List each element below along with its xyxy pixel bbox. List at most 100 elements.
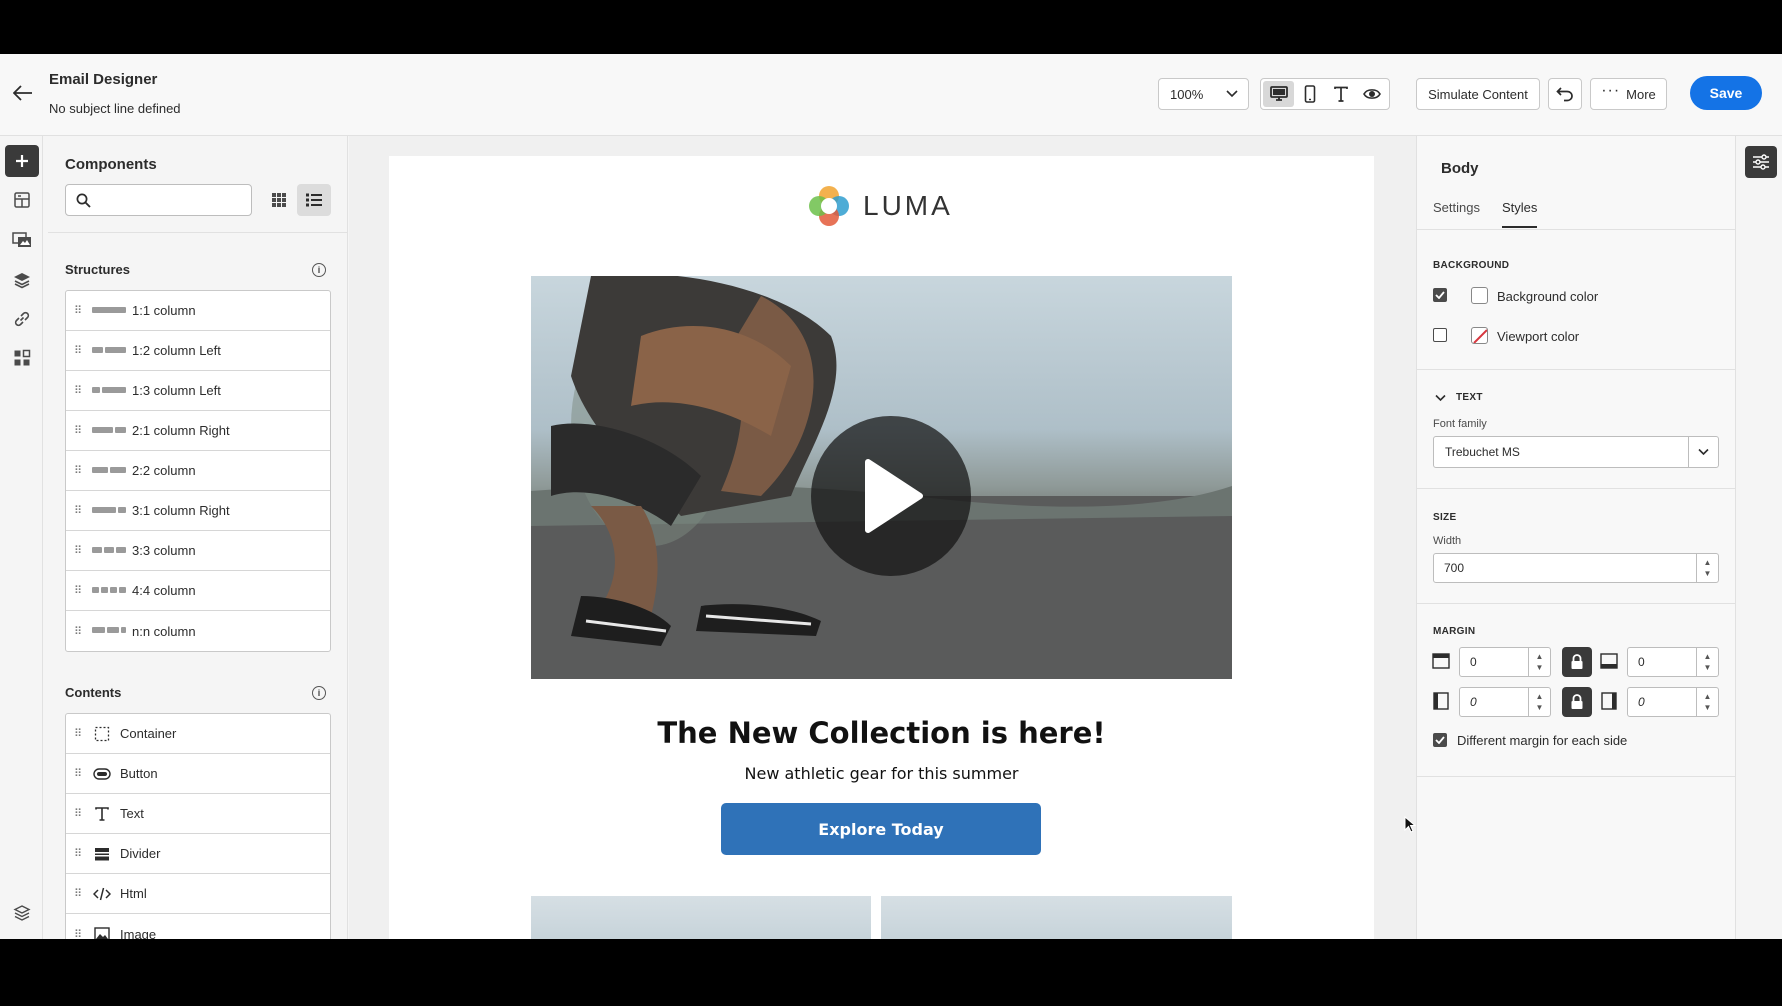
content-label: Text	[120, 806, 144, 821]
drag-handle-icon[interactable]: ⠿	[74, 384, 84, 397]
structure-layout-icon	[92, 386, 126, 395]
top-bar: Email Designer No subject line defined 1…	[0, 54, 1782, 136]
hero-video[interactable]	[531, 276, 1232, 679]
tab-settings[interactable]: Settings	[1433, 200, 1480, 215]
background-color-swatch[interactable]	[1471, 287, 1488, 304]
drag-handle-icon[interactable]: ⠿	[74, 544, 84, 557]
content-item[interactable]: ⠿ Button	[66, 754, 330, 794]
more-button[interactable]: ··· More	[1590, 78, 1667, 110]
drag-handle-icon[interactable]: ⠿	[74, 887, 84, 900]
margin-right-stepper[interactable]: ▲ ▼	[1696, 688, 1718, 716]
structure-item[interactable]: ⠿ 2:1 column Right	[66, 411, 330, 451]
margin-bottom-field[interactable]: 0 ▲ ▼	[1627, 647, 1719, 677]
rail-fragments-button[interactable]	[5, 184, 39, 216]
rail-links-button[interactable]	[5, 303, 39, 335]
section-divider	[1417, 776, 1735, 777]
undo-button[interactable]	[1548, 78, 1582, 110]
drag-handle-icon[interactable]: ⠿	[74, 767, 84, 780]
product-image-right[interactable]	[881, 896, 1232, 939]
more-icon: ···	[1601, 82, 1621, 99]
components-search[interactable]	[65, 184, 252, 216]
play-button[interactable]	[811, 416, 971, 576]
structure-item[interactable]: ⠿ 1:1 column	[66, 291, 330, 331]
drag-handle-icon[interactable]: ⠿	[74, 727, 84, 740]
tab-styles[interactable]: Styles	[1502, 200, 1537, 215]
back-button[interactable]	[10, 80, 36, 106]
properties-toggle-button[interactable]	[1745, 146, 1777, 178]
mobile-view-button[interactable]	[1294, 81, 1325, 107]
save-button[interactable]: Save	[1690, 76, 1762, 110]
different-margin-checkbox[interactable]	[1433, 733, 1447, 747]
drag-handle-icon[interactable]: ⠿	[74, 464, 84, 477]
structure-item[interactable]: ⠿ 1:3 column Left	[66, 371, 330, 411]
margin-left-stepper[interactable]: ▲ ▼	[1528, 688, 1550, 716]
drag-handle-icon[interactable]: ⠿	[74, 504, 84, 517]
width-stepper[interactable]: ▲ ▼	[1696, 554, 1718, 582]
margin-bottom-stepper[interactable]: ▲ ▼	[1696, 648, 1718, 676]
list-view-button[interactable]	[297, 184, 331, 216]
zoom-select[interactable]: 100%	[1158, 78, 1249, 110]
structure-item[interactable]: ⠿ 2:2 column	[66, 451, 330, 491]
drag-handle-icon[interactable]: ⠿	[74, 344, 84, 357]
structure-item[interactable]: ⠿ 3:3 column	[66, 531, 330, 571]
structure-item[interactable]: ⠿ 4:4 column	[66, 571, 330, 611]
font-family-label: Font family	[1433, 418, 1487, 430]
viewport-color-swatch[interactable]	[1471, 327, 1488, 344]
margin-horizontal-lock-button[interactable]	[1562, 687, 1592, 717]
grid-view-button[interactable]	[264, 184, 294, 216]
structure-item[interactable]: ⠿ 1:2 column Left	[66, 331, 330, 371]
luma-logo-mark	[809, 186, 849, 226]
margin-top-field[interactable]: 0 ▲ ▼	[1459, 647, 1551, 677]
luma-logo[interactable]: LUMA	[807, 184, 953, 228]
rail-components-button[interactable]	[5, 342, 39, 374]
button-icon	[92, 767, 112, 780]
structures-info-icon[interactable]: i	[312, 263, 326, 277]
simulate-content-button[interactable]: Simulate Content	[1416, 78, 1540, 110]
rail-layers-settings-button[interactable]	[5, 897, 39, 929]
drag-handle-icon[interactable]: ⠿	[74, 928, 84, 940]
margin-right-field[interactable]: 0 ▲ ▼	[1627, 687, 1719, 717]
tabs-divider	[1417, 229, 1735, 230]
grid-icon	[272, 193, 286, 207]
drag-handle-icon[interactable]: ⠿	[74, 807, 84, 820]
contents-info-icon[interactable]: i	[312, 686, 326, 700]
margin-bottom-value: 0	[1638, 655, 1645, 669]
font-family-select[interactable]: Trebuchet MS	[1433, 436, 1719, 468]
text-section-toggle[interactable]: TEXT	[1435, 392, 1483, 403]
search-input[interactable]	[97, 192, 247, 208]
product-image-left[interactable]	[531, 896, 871, 939]
email-headline[interactable]: The New Collection is here!	[389, 716, 1374, 750]
drag-handle-icon[interactable]: ⠿	[74, 424, 84, 437]
desktop-view-button[interactable]	[1263, 81, 1294, 107]
font-family-dropdown[interactable]	[1688, 437, 1718, 467]
structure-item[interactable]: ⠿ n:n column	[66, 611, 330, 651]
background-color-label: Background color	[1497, 289, 1599, 304]
margin-vertical-lock-button[interactable]	[1562, 647, 1592, 677]
drag-handle-icon[interactable]: ⠿	[74, 304, 84, 317]
rail-assets-button[interactable]	[5, 224, 39, 256]
explore-today-button[interactable]: Explore Today	[721, 803, 1041, 855]
size-caption: SIZE	[1433, 512, 1457, 523]
text-view-button[interactable]	[1325, 81, 1356, 107]
content-item[interactable]: ⠿ Divider	[66, 834, 330, 874]
drag-handle-icon[interactable]: ⠿	[74, 584, 84, 597]
width-field[interactable]: 700 ▲ ▼	[1433, 553, 1719, 583]
structure-layout-icon	[92, 546, 126, 555]
structure-item[interactable]: ⠿ 3:1 column Right	[66, 491, 330, 531]
content-item[interactable]: ⠿ Image	[66, 914, 330, 939]
background-color-checkbox[interactable]	[1433, 288, 1447, 302]
viewport-color-checkbox[interactable]	[1433, 328, 1447, 342]
chevron-down-icon	[1698, 448, 1709, 456]
margin-top-stepper[interactable]: ▲ ▼	[1528, 648, 1550, 676]
content-item[interactable]: ⠿ Text	[66, 794, 330, 834]
preview-button[interactable]	[1356, 81, 1387, 107]
margin-left-field[interactable]: 0 ▲ ▼	[1459, 687, 1551, 717]
drag-handle-icon[interactable]: ⠿	[74, 625, 84, 638]
drag-handle-icon[interactable]: ⠿	[74, 847, 84, 860]
content-item[interactable]: ⠿ Container	[66, 714, 330, 754]
rail-add-button[interactable]	[5, 145, 39, 177]
content-item[interactable]: ⠿ Html	[66, 874, 330, 914]
email-body[interactable]: LUMA The New Collection is here! New ath…	[389, 156, 1374, 939]
rail-layers-button[interactable]	[5, 264, 39, 296]
email-subheadline[interactable]: New athletic gear for this summer	[389, 764, 1374, 783]
